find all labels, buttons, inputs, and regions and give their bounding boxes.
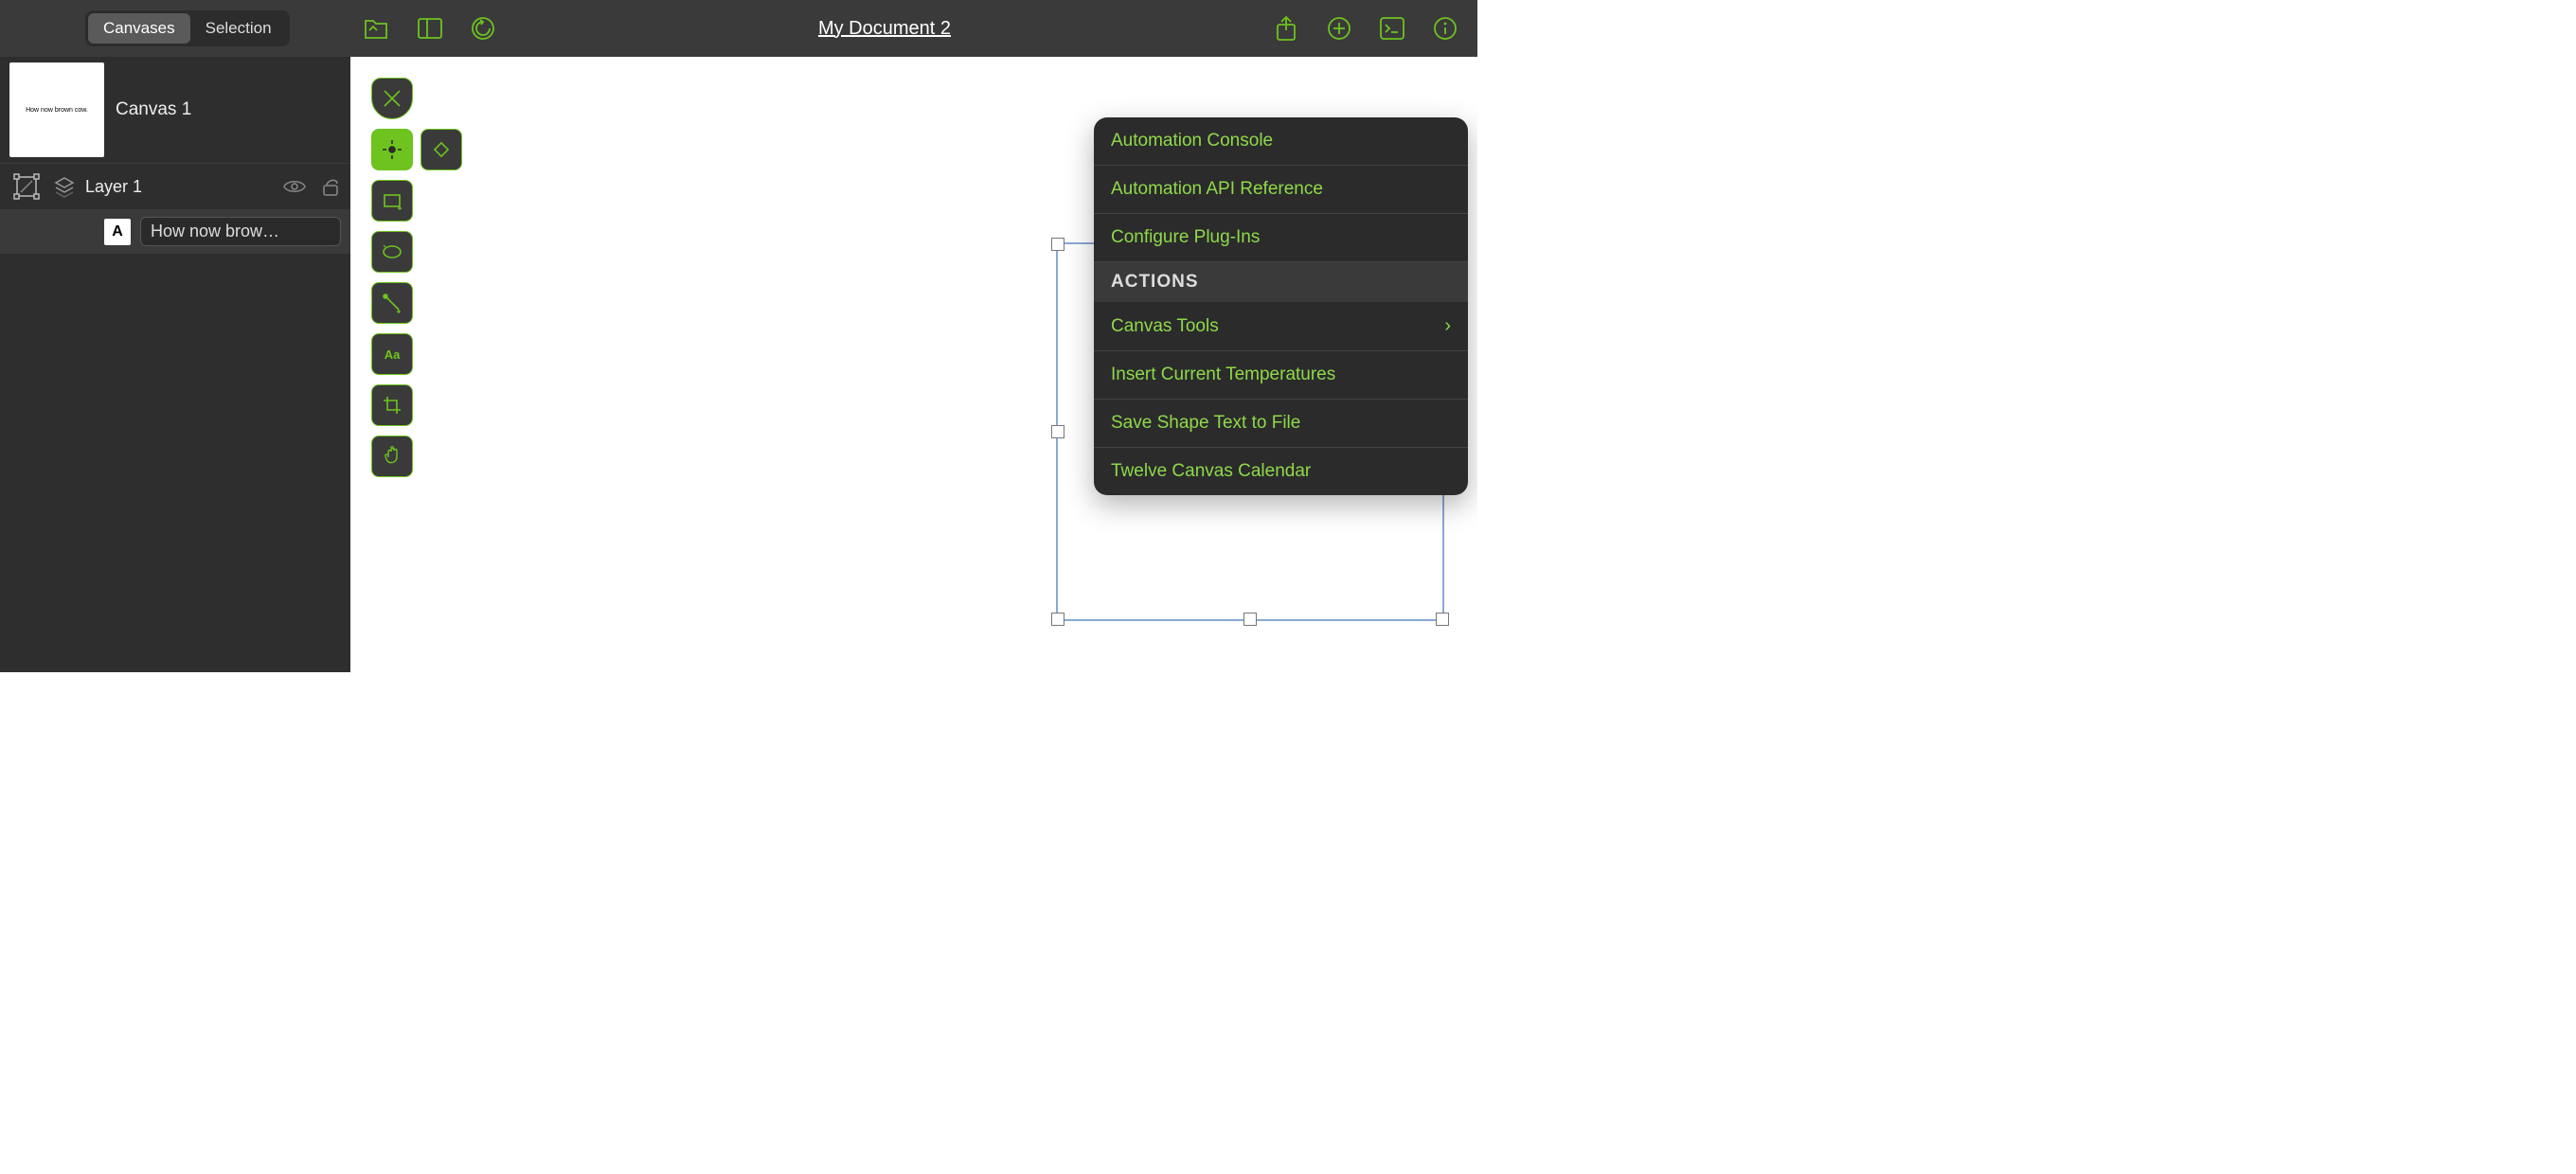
layers-stack-icon: [53, 169, 76, 204]
canvas-label: Canvas 1: [116, 99, 191, 120]
resize-handle-nw[interactable]: [1051, 238, 1064, 251]
document-title[interactable]: My Document 2: [496, 18, 1273, 40]
documents-icon[interactable]: [364, 15, 390, 42]
sidebar-tab-switcher: Canvases Selection: [85, 10, 290, 46]
text-badge: A: [104, 219, 131, 245]
toolbar-right: [1273, 15, 1466, 42]
menu-twelve-canvas-calendar[interactable]: Twelve Canvas Calendar: [1094, 448, 1468, 495]
toolbar-left: Canvases Selection: [11, 10, 350, 46]
menu-section-actions: ACTIONS: [1094, 262, 1468, 302]
chevron-right-icon: ›: [1444, 315, 1451, 337]
resize-handle-s[interactable]: [1243, 613, 1257, 626]
tab-canvases[interactable]: Canvases: [88, 13, 190, 44]
add-icon[interactable]: [1326, 15, 1352, 42]
canvas-thumb-text: How now brown cow.: [26, 107, 88, 114]
menu-canvas-tools[interactable]: Canvas Tools ›: [1094, 302, 1468, 351]
tool-rectangle[interactable]: [371, 180, 413, 222]
toolbar: Canvases Selection: [0, 0, 1477, 57]
menu-automation-api-reference[interactable]: Automation API Reference: [1094, 166, 1468, 214]
automation-popover: Automation Console Automation API Refere…: [1094, 117, 1468, 495]
tool-point-center[interactable]: [371, 129, 413, 170]
lock-icon[interactable]: [320, 176, 341, 197]
info-icon[interactable]: [1432, 15, 1458, 42]
shape-item-row[interactable]: A How now brow…: [0, 209, 350, 254]
menu-automation-console[interactable]: Automation Console: [1094, 117, 1468, 166]
shape-item-label: How now brow…: [140, 217, 341, 246]
canvas-row[interactable]: How now brown cow. Canvas 1: [0, 62, 350, 163]
tab-selection[interactable]: Selection: [190, 13, 287, 44]
tool-ellipse[interactable]: [371, 231, 413, 273]
undo-icon[interactable]: [470, 15, 496, 42]
console-icon[interactable]: [1379, 15, 1405, 42]
layer-shape-icon: [9, 169, 44, 204]
resize-handle-sw[interactable]: [1051, 613, 1064, 626]
tool-line[interactable]: [371, 282, 413, 324]
canvas-thumbnail: How now brown cow.: [9, 62, 104, 157]
tool-text[interactable]: Aa: [371, 333, 413, 375]
tool-diamond[interactable]: [420, 129, 462, 170]
tool-column: Aa: [371, 78, 462, 477]
sidebar-toggle-icon[interactable]: [417, 15, 443, 42]
sidebar: How now brown cow. Canvas 1: [0, 57, 350, 672]
menu-save-shape-text[interactable]: Save Shape Text to File: [1094, 400, 1468, 448]
toolbar-mid: [364, 15, 496, 42]
visibility-icon[interactable]: [282, 177, 307, 196]
menu-configure-plugins[interactable]: Configure Plug-Ins: [1094, 214, 1468, 262]
tool-selection[interactable]: [371, 78, 413, 119]
menu-insert-temperatures[interactable]: Insert Current Temperatures: [1094, 351, 1468, 400]
canvas-area[interactable]: Aa How now brown cow.: [350, 57, 1477, 672]
layer-row[interactable]: Layer 1: [0, 163, 350, 209]
tool-hand[interactable]: [371, 436, 413, 477]
tool-crop[interactable]: [371, 384, 413, 426]
layer-label: Layer 1: [85, 177, 273, 197]
share-icon[interactable]: [1273, 15, 1299, 42]
resize-handle-w[interactable]: [1051, 425, 1064, 438]
resize-handle-se[interactable]: [1436, 613, 1449, 626]
